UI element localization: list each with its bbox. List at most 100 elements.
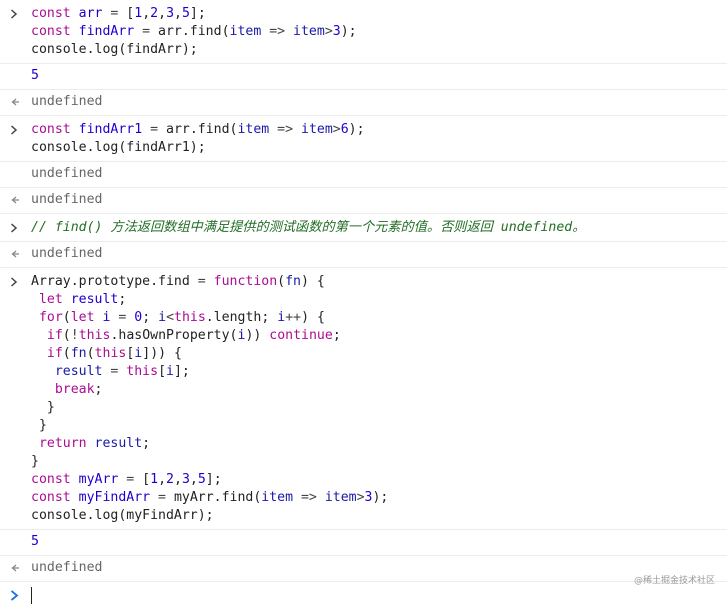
code-token: .hasOwnProperty( xyxy=(110,328,238,343)
code-line: console.log(findArr); xyxy=(31,41,727,59)
code-line: // find() 方法返回数组中满足提供的测试函数的第一个元素的值。否则返回 … xyxy=(31,219,727,237)
code-token: const xyxy=(31,490,79,505)
console-return-value: undefined xyxy=(0,556,727,582)
code-token: ! xyxy=(70,328,79,343)
code-token: > xyxy=(332,122,341,137)
code-token: fn xyxy=(285,274,301,289)
code-line: if(fn(this[i])) { xyxy=(31,345,727,363)
code-line: const findArr1 = arr.find(item => item>6… xyxy=(31,121,727,139)
console-log-output: 5 xyxy=(0,64,727,90)
code-token: 1 xyxy=(134,6,143,21)
code-token: let xyxy=(70,310,103,325)
code-token: ) { xyxy=(301,274,325,289)
code-token: ); xyxy=(372,490,389,505)
code-token: item xyxy=(301,122,333,137)
code-line: const findArr = arr.find(item => item>3)… xyxy=(31,23,727,41)
code-line: console.log(myFindArr); xyxy=(31,507,727,525)
return-value-text: undefined xyxy=(31,246,103,261)
code-token: = xyxy=(150,490,174,505)
code-token: this xyxy=(126,364,159,379)
code-line: const myArr = [1,2,3,5]; xyxy=(31,471,727,489)
log-value-text: 5 xyxy=(31,534,39,549)
code-token: } xyxy=(31,418,47,433)
log-value-text: undefined xyxy=(31,166,103,181)
code-token: , xyxy=(173,472,182,487)
log-value-text: 5 xyxy=(31,68,39,83)
return-value-text: undefined xyxy=(31,560,103,575)
code-token: break xyxy=(54,382,95,397)
code-token: ( xyxy=(62,346,71,361)
code-token: = xyxy=(102,6,127,21)
code-token: console.log(myFindArr); xyxy=(31,508,214,523)
code-line: } xyxy=(31,453,727,471)
code-token: result xyxy=(70,292,119,307)
code-token: const xyxy=(31,122,79,137)
code-token: function xyxy=(213,274,278,289)
code-line: const arr = [1,2,3,5]; xyxy=(31,5,727,23)
code-token: 5 xyxy=(181,6,190,21)
console-log-output: undefined xyxy=(0,162,727,188)
code-token: console.log(findArr1); xyxy=(31,140,206,155)
console-input-entry[interactable]: // find() 方法返回数组中满足提供的测试函数的第一个元素的值。否则返回 … xyxy=(0,214,727,242)
code-token: this xyxy=(78,328,111,343)
code-token: ++ xyxy=(285,310,302,325)
code-token: fn xyxy=(70,346,87,361)
chevron-right-icon xyxy=(10,5,22,23)
console-input-entry[interactable]: const findArr1 = arr.find(item => item>6… xyxy=(0,116,727,162)
code-line: } xyxy=(31,417,727,435)
code-token: ; xyxy=(142,436,151,451)
code-token: ; xyxy=(94,382,103,397)
code-token: ]; xyxy=(189,6,206,21)
chevron-right-icon xyxy=(10,273,22,291)
return-value-text: undefined xyxy=(31,192,103,207)
code-token: 5 xyxy=(197,472,206,487)
console-log-output: 5 xyxy=(0,530,727,556)
code-token: if xyxy=(46,328,63,343)
code-token: myFindArr xyxy=(78,490,151,505)
return-arrow-icon xyxy=(10,559,22,577)
code-token: 6 xyxy=(340,122,349,137)
code-token: item xyxy=(324,490,357,505)
console-panel: const arr = [1,2,3,5]; const findArr = ar… xyxy=(0,0,727,608)
code-token: this xyxy=(174,310,206,325)
code-token: 2 xyxy=(166,472,174,487)
code-token: myArr.find( xyxy=(173,490,262,505)
chevron-right-icon xyxy=(10,219,22,237)
code-token: , xyxy=(189,472,198,487)
return-arrow-icon xyxy=(10,245,22,263)
chevron-right-icon xyxy=(10,121,22,139)
return-arrow-icon xyxy=(10,191,22,209)
code-token: if xyxy=(46,346,63,361)
console-prompt[interactable] xyxy=(0,582,727,608)
code-token: ]; xyxy=(173,364,190,379)
code-token: => xyxy=(269,122,301,137)
code-token: let xyxy=(38,292,71,307)
code-token: item xyxy=(261,490,294,505)
code-token: 3 xyxy=(332,24,341,39)
code-line: break; xyxy=(31,381,727,399)
code-token: = xyxy=(102,364,127,379)
code-token: ; xyxy=(261,310,278,325)
code-token: 3 xyxy=(166,6,175,21)
code-token: } xyxy=(31,454,39,469)
code-token: return xyxy=(38,436,95,451)
code-token: ); xyxy=(348,122,365,137)
code-token: => xyxy=(261,24,294,39)
code-token: arr xyxy=(78,6,103,21)
code-token: .length xyxy=(205,310,262,325)
code-token: = xyxy=(189,274,214,289)
code-token: arr.find( xyxy=(158,24,230,39)
watermark: @稀土掘金技术社区 xyxy=(633,576,715,586)
console-input-entry[interactable]: const arr = [1,2,3,5]; const findArr = ar… xyxy=(0,0,727,64)
code-token: // find() 方法返回数组中满足提供的测试函数的第一个元素的值。否则返回 … xyxy=(31,220,586,235)
code-line: for(let i = 0; i<this.length; i++) { xyxy=(31,309,727,327)
code-token: ; xyxy=(118,292,127,307)
code-token: = xyxy=(142,122,166,137)
console-input-entry[interactable]: Array.prototype.find = function(fn) { le… xyxy=(0,268,727,530)
code-token: findArr1 xyxy=(78,122,143,137)
code-token: findArr xyxy=(78,24,135,39)
code-token: } xyxy=(31,400,55,415)
